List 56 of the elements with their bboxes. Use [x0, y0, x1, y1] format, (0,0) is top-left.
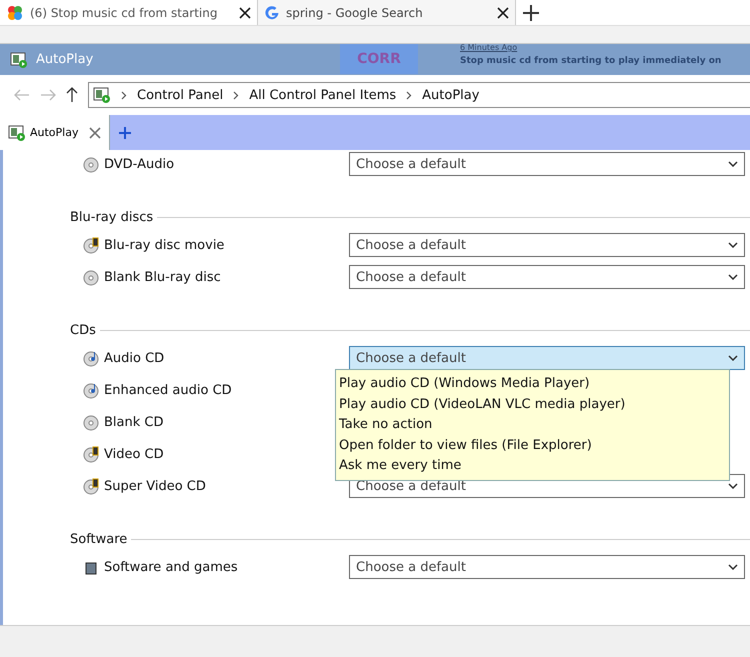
browser-tab[interactable]: spring - Google Search: [258, 0, 516, 25]
default-dropdown[interactable]: Choose a default: [349, 555, 745, 579]
breadcrumb-item[interactable]: AutoPlay: [422, 88, 480, 102]
disc-note-icon: [83, 382, 100, 398]
media-label: Blank Blu-ray disc: [103, 270, 222, 284]
autoplay-icon: [8, 124, 26, 140]
media-label: Software and games: [103, 560, 239, 574]
dropdown-option[interactable]: Ask me every time: [336, 456, 729, 477]
post-time: 6 Minutes Ago: [460, 43, 518, 52]
up-icon[interactable]: [66, 87, 78, 103]
post-headline: Stop music cd from starting to play immediately on: [460, 56, 722, 66]
chevron-right-icon: [121, 90, 127, 100]
media-label: Audio CD: [103, 350, 166, 366]
autoplay-icon: [10, 52, 28, 68]
disc-icon: [83, 156, 100, 172]
media-label: Super Video CD: [103, 478, 207, 494]
breadcrumb-item[interactable]: All Control Panel Items: [249, 88, 396, 102]
address-bar[interactable]: Control Panel All Control Panel Items AutoPlay: [88, 82, 750, 108]
section-heading: Software: [70, 532, 128, 547]
disc-film-icon: [83, 478, 100, 494]
dropdown-option[interactable]: Play audio CD (VideoLAN VLC media player): [336, 394, 729, 416]
window-tab[interactable]: AutoPlay: [0, 115, 110, 150]
default-dropdown[interactable]: Choose a default: [349, 152, 745, 176]
default-dropdown[interactable]: Choose a default: [349, 346, 745, 370]
chevron-down-icon: [728, 355, 738, 361]
dropdown-option[interactable]: Take no action: [336, 415, 729, 436]
chevron-down-icon: [728, 564, 738, 570]
chevron-right-icon: [233, 90, 240, 100]
chevron-down-icon: [728, 274, 738, 280]
plus-icon[interactable]: [522, 4, 540, 22]
disc-icon: [83, 268, 100, 286]
close-icon[interactable]: [497, 6, 509, 18]
breadcrumb-item[interactable]: Control Panel: [137, 88, 224, 102]
window-title: AutoPlay: [36, 52, 94, 67]
media-label: DVD-Audio: [103, 156, 176, 172]
dropdown-option[interactable]: Play audio CD (Windows Media Player): [336, 374, 729, 395]
chevron-right-icon: [406, 90, 412, 100]
chevron-down-icon: [728, 483, 738, 489]
chevron-down-icon: [728, 242, 738, 248]
petals-icon: [6, 4, 24, 22]
chevron-down-icon: [728, 161, 738, 167]
g-logo-icon: [264, 4, 280, 20]
media-label: Blu-ray disc movie: [103, 238, 226, 252]
corr-badge: CORR: [340, 44, 418, 74]
media-label: Video CD: [103, 446, 165, 462]
disc-icon: [83, 414, 100, 430]
close-icon[interactable]: [239, 6, 251, 18]
dropdown-option[interactable]: Open folder to view files (File Explorer): [336, 436, 729, 456]
default-dropdown[interactable]: Choose a default: [349, 265, 745, 289]
section-heading: Blu-ray discs: [70, 210, 154, 225]
disc-film-icon: [83, 446, 100, 462]
disc-note-icon: [83, 350, 100, 366]
autoplay-icon: [93, 87, 111, 103]
disc-film-icon: [83, 236, 100, 254]
section-heading: CDs: [70, 323, 96, 338]
default-dropdown[interactable]: Choose a default: [349, 233, 745, 257]
